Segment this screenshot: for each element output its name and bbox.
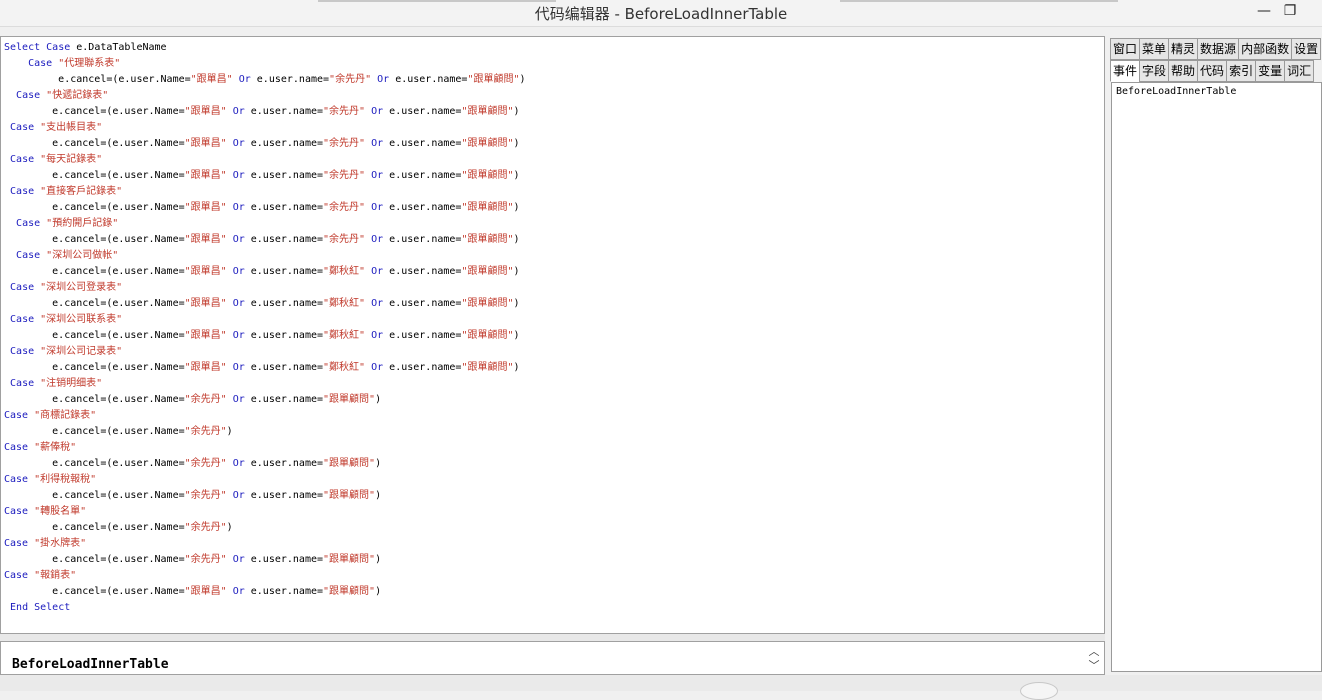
code-line[interactable]: e.cancel=(e.user.Name="跟單昌" Or e.user.na… [4, 296, 526, 312]
title-bar-shadow [318, 0, 556, 2]
code-line[interactable]: Case "利得稅報稅" [4, 472, 526, 488]
code-line[interactable]: Case "掛水牌表" [4, 536, 526, 552]
event-list-item[interactable]: BeforeLoadInnerTable [1116, 86, 1236, 97]
code-line[interactable]: e.cancel=(e.user.Name="跟單昌" Or e.user.na… [4, 200, 526, 216]
restore-button[interactable]: ❐ [1278, 3, 1302, 19]
minimize-button[interactable]: — [1252, 3, 1276, 19]
code-line[interactable]: Case "報銷表" [4, 568, 526, 584]
scroll-down-icon[interactable]: ﹀ [1087, 657, 1101, 673]
code-line[interactable]: Case "代理聯系表" [4, 56, 526, 72]
code-line[interactable]: Select Case e.DataTableName [4, 40, 526, 56]
code-line[interactable]: e.cancel=(e.user.Name="余先丹" Or e.user.na… [4, 456, 526, 472]
tab-r2-2[interactable]: 帮助 [1168, 60, 1199, 82]
window-title: 代码编辑器 - BeforeLoadInnerTable [534, 5, 788, 23]
event-name-label: BeforeLoadInnerTable [12, 657, 169, 672]
code-line[interactable]: e.cancel=(e.user.Name="跟單昌" Or e.user.na… [4, 360, 526, 376]
tab-r2-5[interactable]: 变量 [1255, 60, 1286, 82]
tab-r2-0[interactable]: 事件 [1110, 60, 1141, 82]
tab-r1-5[interactable]: 设置 [1291, 38, 1322, 60]
taskbar-ring-icon [1020, 682, 1058, 700]
code-line[interactable]: e.cancel=(e.user.Name="余先丹" Or e.user.na… [4, 392, 526, 408]
tab-r1-1[interactable]: 菜单 [1139, 38, 1170, 60]
tab-row-1: 窗口 菜单 精灵 数据源 内部函数 设置 [1110, 38, 1322, 60]
code-line[interactable]: Case "轉股名單" [4, 504, 526, 520]
code-line[interactable]: Case "深圳公司记录表" [4, 344, 526, 360]
code-line[interactable]: e.cancel=(e.user.Name="跟單昌" Or e.user.na… [4, 136, 526, 152]
bottom-strip [0, 675, 1322, 700]
code-line[interactable]: e.cancel=(e.user.Name="跟單昌" Or e.user.na… [4, 328, 526, 344]
tab-r2-6[interactable]: 词汇 [1284, 60, 1315, 82]
code-line[interactable]: e.cancel=(e.user.Name="跟單昌" Or e.user.na… [4, 104, 526, 120]
code-line[interactable]: e.cancel=(e.user.Name="余先丹" Or e.user.na… [4, 488, 526, 504]
code-line[interactable]: e.cancel=(e.user.Name="跟單昌" Or e.user.na… [4, 72, 525, 88]
tab-r1-4[interactable]: 内部函数 [1238, 38, 1293, 60]
tab-r1-0[interactable]: 窗口 [1110, 38, 1141, 60]
code-line[interactable]: Case "注销明细表" [4, 376, 526, 392]
tab-r1-2[interactable]: 精灵 [1168, 38, 1199, 60]
editor-splitter[interactable] [0, 634, 1105, 641]
title-bar-shadow [840, 0, 1118, 2]
code-line[interactable]: e.cancel=(e.user.Name="余先丹") [4, 520, 526, 536]
code-line[interactable]: e.cancel=(e.user.Name="余先丹" Or e.user.na… [4, 552, 526, 568]
code-line[interactable]: Case "深圳公司做帐" [4, 248, 526, 264]
tab-r2-3[interactable]: 代码 [1197, 60, 1228, 82]
code-line[interactable]: Case "每天記錄表" [4, 152, 526, 168]
code-line[interactable]: Case "薪俸稅" [4, 440, 526, 456]
event-list: BeforeLoadInnerTable [1111, 82, 1322, 672]
code-line[interactable]: e.cancel=(e.user.Name="跟單昌" Or e.user.na… [4, 584, 526, 600]
code-line[interactable]: e.cancel=(e.user.Name="余先丹") [4, 424, 526, 440]
code-line[interactable]: Case "支出帳目表" [4, 120, 526, 136]
code-line[interactable]: e.cancel=(e.user.Name="跟單昌" Or e.user.na… [4, 232, 526, 248]
code-line[interactable]: Case "直接客戶記錄表" [4, 184, 526, 200]
right-panel: 窗口 菜单 精灵 数据源 内部函数 设置 事件 字段 帮助 代码 索引 变量 词汇 BeforeLoa… [1110, 36, 1322, 674]
tab-row-2: 事件 字段 帮助 代码 索引 变量 词汇 [1110, 60, 1315, 82]
title-bar: 代码编辑器 - BeforeLoadInnerTable — ❐ [0, 0, 1322, 27]
code-text[interactable]: Select Case e.DataTableName Case "代理聯系表"… [4, 40, 526, 616]
tab-r1-3[interactable]: 数据源 [1197, 38, 1240, 60]
code-line[interactable]: Case "快遞記錄表" [4, 88, 526, 104]
tab-r2-4[interactable]: 索引 [1226, 60, 1257, 82]
code-line[interactable]: e.cancel=(e.user.Name="跟單昌" Or e.user.na… [4, 264, 526, 280]
code-line[interactable]: Case "深圳公司登录表" [4, 280, 526, 296]
code-line[interactable]: Case "商標記錄表" [4, 408, 526, 424]
code-line[interactable]: e.cancel=(e.user.Name="跟單昌" Or e.user.na… [4, 168, 526, 184]
code-line[interactable]: Case "深圳公司联系表" [4, 312, 526, 328]
code-editor[interactable]: Select Case e.DataTableName Case "代理聯系表"… [0, 36, 1105, 634]
code-line[interactable]: End Select [4, 600, 526, 616]
event-name-panel: BeforeLoadInnerTable ︿ ﹀ [0, 641, 1105, 675]
tab-r2-1[interactable]: 字段 [1139, 60, 1170, 82]
code-line[interactable]: Case "預約開戶記錄" [4, 216, 526, 232]
